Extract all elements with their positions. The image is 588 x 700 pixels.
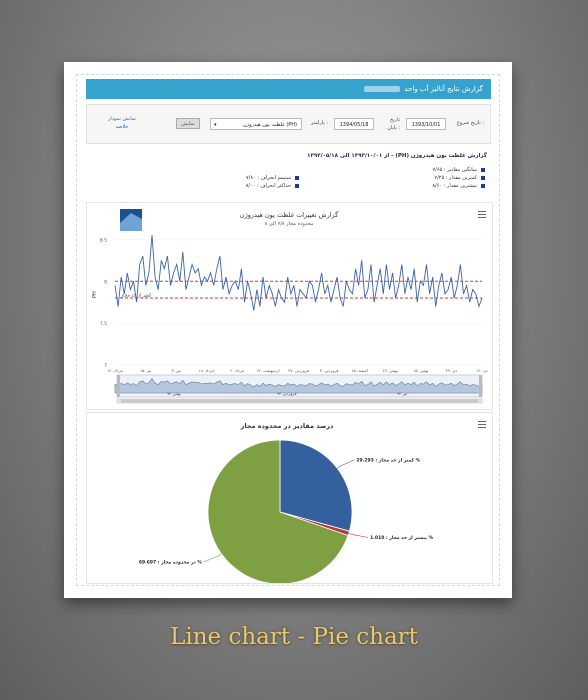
ph-series (114, 235, 483, 311)
start-date-input[interactable]: 1393/10/01 (406, 118, 446, 130)
x-tick-label: ۳. تیر (172, 368, 181, 373)
y-axis-ticks: 8.587.57 (100, 237, 107, 369)
navigator-label-3: تیر ۹۴ (397, 391, 407, 396)
stat-min-deviation: مینیمم انحراف : ۷/۸۰ (246, 175, 299, 181)
bullet-icon (295, 175, 299, 180)
x-tick-label: ۱۲. دی (476, 368, 488, 373)
bullet-icon (481, 167, 485, 172)
line-chart-title: گزارش تغییرات غلظت یون هیدروژن (240, 211, 339, 219)
report-header: گزارش نتایج آنالیز آب واحد (86, 79, 491, 99)
x-tick-label: ۱۵. اسفند (351, 368, 368, 373)
blurred-unit-name (364, 86, 401, 92)
x-tick-label: ۱۵. بهمن (413, 368, 428, 373)
x-tick-label: ۱۸. خرداد (199, 368, 216, 373)
pie-label-connector (348, 533, 369, 538)
range-navigator[interactable]: بهمن ۹۳ فروردین ۹۴ تیر ۹۴ (114, 374, 483, 404)
pie-chart-title: درصد مقادیر در محدوده مجاز (240, 422, 334, 430)
y-tick-label: 8 (104, 279, 107, 285)
pie-label-connector (203, 553, 222, 563)
navigator-handle-right[interactable] (479, 375, 482, 397)
line-chart: گزارش تغییرات غلظت یون هیدروژن محدوده مج… (92, 209, 488, 404)
parameter-select[interactable]: غلظت یون هیدروژن (PH) ▾ (210, 118, 302, 130)
navigator-label-2: فروردین ۹۴ (277, 391, 297, 396)
x-tick-label: ۳. فروردین (320, 368, 339, 373)
x-tick-label: ۲۷. فروردین (288, 368, 309, 373)
filter-form: تاریخ شروع : 1393/10/01 تاریخ پایان : 13… (86, 104, 491, 144)
line-chart-panel: گزارش تغییرات غلظت یون هیدروژن محدوده مج… (86, 202, 493, 410)
parameter-label: پارامتر : (311, 120, 328, 126)
start-date-label: تاریخ شروع : (456, 120, 484, 126)
bullet-icon (481, 175, 485, 180)
report-page: گزارش نتایج آنالیز آب واحد تاریخ شروع : … (64, 62, 512, 598)
pie-chart-panel: درصد مقادیر در محدوده مجاز کمتر از حد مج… (86, 412, 493, 585)
navigator-scrollbar-thumb[interactable] (121, 399, 478, 403)
x-tick-label: ۱۵. تیر (140, 368, 151, 373)
pie-slices (207, 439, 353, 585)
y-tick-label: 8.5 (100, 237, 107, 243)
y-tick-label: 7.5 (100, 321, 107, 327)
caption-title: Line chart - Pie chart (170, 624, 418, 650)
pie-label-connector (337, 459, 355, 469)
bullet-icon (481, 183, 485, 188)
pie-slice-label: کمتر از حد مجاز : 29.293 % (356, 457, 420, 463)
pie-slice-label: بیشتر از حد مجاز : 1.010 % (370, 535, 433, 541)
chart-grid (115, 239, 482, 366)
line-chart-subtitle: محدوده مجاز ۷/۸ الی ۸ (265, 221, 314, 227)
parameter-select-value: غلظت یون هیدروژن (PH) (242, 122, 297, 128)
navigator-label-1: بهمن ۹۳ (167, 391, 181, 396)
stat-max: بیشترین مقدار : ۸/۶۰ (432, 183, 485, 189)
show-button[interactable]: نمایش (176, 118, 200, 129)
x-tick-label: ۲. خرداد (230, 368, 245, 373)
navigator-handle-left[interactable] (117, 375, 120, 397)
x-axis-ticks: ۱۲. دی ۲۹. دی ۱۵. بهمن ۲۷. بهمن ۱۵. اسفند ۳. … (107, 368, 488, 373)
pie-menu-icon[interactable] (478, 421, 486, 428)
bullet-icon (295, 183, 299, 188)
chevron-down-icon: ▾ (214, 122, 217, 128)
pie-slice-label: در محدوده مجاز : 69.697 % (139, 559, 203, 565)
chart-logo-icon (120, 209, 142, 231)
chart-menu-icon[interactable] (478, 211, 486, 218)
ph-series-line (114, 235, 483, 311)
summary-chart-link[interactable]: نمایش نمودار خلاصه (101, 115, 143, 131)
stat-mean: میانگین مقادیر : ۷/۶۵ (433, 167, 485, 173)
report-summary: گزارش غلظت یون هیدروژن (PH) - از ۱۳۹۳/۱۰… (86, 149, 491, 197)
stat-max-deviation: حداکثر انحراف : ۸/۰۰ (246, 183, 299, 189)
x-tick-label: ۱۳. اردیبهشت (256, 368, 279, 373)
report-title: گزارش نتایج آنالیز آب واحد (404, 85, 483, 93)
x-tick-label: ۱۲. مرداد (107, 368, 123, 373)
summary-title: گزارش غلظت یون هیدروژن (PH) - از ۱۳۹۳/۱۰… (307, 153, 487, 159)
x-tick-label: ۲۹. دی (446, 368, 458, 373)
stat-min: کمترین مقدار : ۷/۲۵ (434, 175, 485, 181)
x-tick-label: ۲۷. بهمن (383, 368, 398, 373)
end-date-label: تاریخ پایان : (387, 117, 400, 131)
pie-chart: درصد مقادیر در محدوده مجاز کمتر از حد مج… (139, 422, 434, 585)
y-axis-label: PH (92, 291, 98, 298)
end-date-input[interactable]: 1394/05/18 (334, 118, 374, 130)
